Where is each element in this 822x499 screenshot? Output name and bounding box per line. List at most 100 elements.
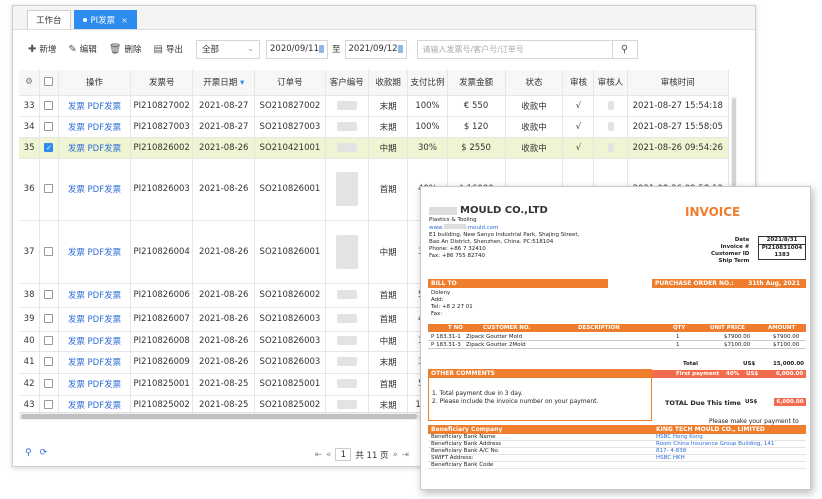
row-checkbox[interactable] (39, 351, 59, 374)
col-header-sorted[interactable]: 开票日期 ▾ (192, 70, 256, 96)
tab-pi-invoice[interactable]: PI发票 × (73, 10, 137, 29)
col-header[interactable]: 审核时间 (627, 70, 729, 96)
scroll-thumb[interactable] (21, 414, 417, 419)
pdf-invoice-link[interactable]: PDF发票 (88, 248, 122, 258)
delete-label: 删除 (124, 45, 142, 55)
last-page-icon[interactable]: ⇥ (402, 450, 409, 460)
website-link[interactable]: www. -mould.com (429, 224, 579, 232)
invoice-date: 2021-08-26 (192, 283, 256, 308)
row-checkbox[interactable] (39, 331, 59, 352)
invoice-amount: € 550 (447, 95, 506, 117)
col-header[interactable]: 支付比例 (407, 70, 448, 96)
meta-label: Ship Term (718, 258, 750, 264)
add-button[interactable]: ✚ 新增 (25, 43, 59, 56)
invoice-link[interactable]: 发票 (68, 380, 85, 390)
export-button[interactable]: ▤ 导出 (151, 43, 186, 56)
select-all-checkbox[interactable] (39, 70, 59, 96)
pdf-invoice-link[interactable]: PDF发票 (88, 144, 122, 154)
invoice-link[interactable]: 发票 (68, 291, 85, 301)
bill-line: Doleny (431, 290, 451, 296)
invoice-date: 2021-08-25 (192, 373, 256, 396)
invoice-number: PI210827002 (130, 95, 194, 117)
invoice-link[interactable]: 发票 (68, 185, 85, 195)
search-icon[interactable]: ⚲ (25, 448, 32, 458)
row-number: 37 (19, 220, 41, 284)
first-page-icon[interactable]: ⇤ (315, 450, 322, 460)
fax: Fax: +86 755 82740 (429, 253, 485, 259)
prev-page-icon[interactable]: « (326, 450, 331, 460)
invoice-preview: MOULD CO.,LTD INVOICE Plastics & Tooling… (420, 186, 811, 490)
date-end-input[interactable]: 2021/09/12 (344, 39, 407, 59)
tab-workbench[interactable]: 工作台 (27, 10, 71, 29)
invoice-item-row: P 183.31-1 Zipack Goutter Mold 1 $7900.0… (428, 333, 806, 341)
item-col-header: CUSTOMER NO. (483, 325, 531, 331)
row-number: 39 (19, 307, 41, 332)
pagination: ⇤ « 1 共 11 页 » ⇥ (315, 448, 409, 461)
row-actions: 发票 PDF发票 (58, 95, 132, 117)
invoice-link[interactable]: 发票 (68, 102, 85, 112)
item-customer: Zipack Goutter Mold (466, 334, 523, 340)
pdf-invoice-link[interactable]: PDF发票 (88, 185, 122, 195)
invoice-link[interactable]: 发票 (68, 358, 85, 368)
due-label: TOTAL Due This time (665, 399, 741, 407)
search-button[interactable]: ⚲ (611, 39, 638, 59)
invoice-link[interactable]: 发票 (68, 123, 85, 133)
pdf-invoice-link[interactable]: PDF发票 (88, 123, 122, 133)
date-start-input[interactable]: 2020/09/11 (266, 39, 328, 59)
pdf-invoice-link[interactable]: PDF发票 (88, 401, 122, 411)
row-actions: 发票 PDF发票 (58, 158, 132, 221)
add-label: 新增 (39, 45, 57, 55)
customer-id (325, 158, 370, 221)
pdf-invoice-link[interactable]: PDF发票 (88, 291, 122, 301)
delete-button[interactable]: 🗑 删除 (106, 43, 145, 56)
edit-button[interactable]: ✎ 编辑 (65, 43, 99, 56)
table-row[interactable]: 35 ✓ 发票 PDF发票 PI210826002 2021-08-26 SO210421… (19, 137, 729, 159)
row-checkbox[interactable] (39, 220, 59, 284)
table-row[interactable]: 34 发票 PDF发票 PI210827003 2021-08-27 SO2108270… (19, 116, 729, 138)
invoice-link[interactable]: 发票 (68, 401, 85, 411)
customer-id (325, 283, 370, 308)
po-date: 31th Aug, 2021 (748, 280, 800, 287)
settings-icon[interactable]: ⚙ (19, 70, 41, 96)
scroll-thumb[interactable] (732, 98, 736, 188)
row-number: 33 (19, 95, 41, 117)
item-col-header: T NO (448, 325, 463, 331)
pdf-invoice-link[interactable]: PDF发票 (88, 337, 122, 347)
row-checkbox[interactable] (39, 158, 59, 221)
pdf-invoice-link[interactable]: PDF发票 (88, 315, 122, 325)
row-checkbox[interactable] (39, 373, 59, 396)
pencil-icon: ✎ (68, 43, 77, 55)
pdf-invoice-link[interactable]: PDF发票 (88, 358, 122, 368)
search-input[interactable]: 请输入发票号/客户号/订单号 (416, 39, 613, 59)
comment-line: 2. Please include the invoice number on … (432, 398, 599, 405)
table-row[interactable]: 33 发票 PDF发票 PI210827002 2021-08-27 SO2108270… (19, 95, 729, 117)
refresh-icon[interactable]: ⟳ (40, 448, 48, 458)
invoice-date: 2021-08-26 (192, 220, 256, 284)
row-checkbox[interactable] (39, 307, 59, 332)
invoice-link[interactable]: 发票 (68, 144, 85, 154)
pdf-invoice-link[interactable]: PDF发票 (88, 102, 122, 112)
invoice-link[interactable]: 发票 (68, 337, 85, 347)
invoice-date: 2021-08-26 (192, 307, 256, 332)
invoice-link[interactable]: 发票 (68, 248, 85, 258)
close-icon[interactable]: × (121, 16, 128, 25)
page-input[interactable]: 1 (335, 448, 352, 461)
row-checkbox[interactable]: ✓ (39, 137, 59, 159)
col-header[interactable]: 发票号 (130, 70, 194, 96)
col-header[interactable]: 审核 (562, 70, 595, 96)
row-checkbox[interactable] (39, 116, 59, 138)
col-header[interactable]: 状态 (505, 70, 564, 96)
row-checkbox[interactable] (39, 95, 59, 117)
col-header[interactable]: 订单号 (254, 70, 326, 96)
next-page-icon[interactable]: » (393, 450, 398, 460)
meta-label: Date (734, 237, 750, 243)
row-checkbox[interactable] (39, 283, 59, 308)
col-header[interactable]: 审核人 (593, 70, 628, 96)
invoice-link[interactable]: 发票 (68, 315, 85, 325)
col-header[interactable]: 客户编号 (325, 70, 370, 96)
col-header[interactable]: 发票金额 (447, 70, 506, 96)
col-header[interactable]: 收款期 (368, 70, 409, 96)
pdf-invoice-link[interactable]: PDF发票 (88, 380, 122, 390)
status-filter-select[interactable]: 全部 ⌄ (196, 39, 260, 59)
phone: Phone: +86 7 32410 (429, 246, 486, 252)
